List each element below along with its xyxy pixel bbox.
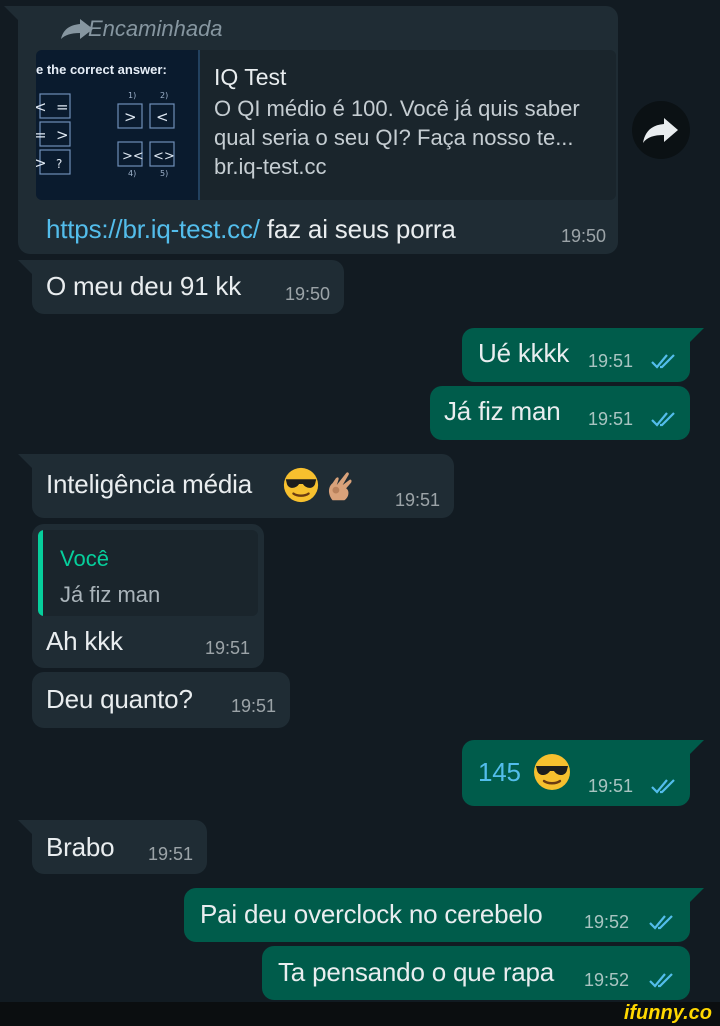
svg-text:=: =: [56, 98, 69, 116]
message-text-body: faz ai seus porra: [259, 214, 456, 244]
svg-text:5): 5): [160, 169, 168, 178]
message-text: Brabo: [46, 832, 115, 862]
svg-text:?: ?: [56, 157, 62, 171]
message-text: O meu deu 91 kk: [46, 271, 241, 301]
message-text: Ah kkk: [46, 626, 123, 656]
read-receipt-double-check-icon: [651, 779, 675, 794]
svg-text:1): 1): [128, 91, 136, 100]
read-receipt-double-check-icon: [649, 915, 673, 930]
link-preview[interactable]: e the correct answer: < = = > >? > < >< <>: [36, 50, 616, 200]
svg-text:<: <: [156, 108, 169, 126]
svg-text:>: >: [36, 154, 47, 172]
message-time: 19:51: [147, 844, 193, 864]
read-receipt-double-check-icon: [651, 412, 675, 427]
message-bubble-outgoing[interactable]: Pai deu overclock no cerebelo 19:52: [184, 888, 704, 942]
message-bubble-incoming[interactable]: Deu quanto? 19:51: [32, 672, 290, 728]
message-time: 19:52: [584, 970, 630, 990]
message-bubble-outgoing[interactable]: 145 19:51: [462, 740, 704, 806]
ok-hand-icon: [328, 472, 352, 501]
message-bubble-outgoing[interactable]: Ué kkkk 19:51: [462, 328, 704, 382]
message-bubble-incoming[interactable]: Inteligência média 19:51: [18, 454, 454, 518]
iq-puzzle-graphic: < = = > >? > < >< <> 1) 2) 4) 5): [36, 50, 200, 200]
message-bubble-outgoing[interactable]: Já fiz man 19:51: [430, 386, 690, 440]
ifunny-watermark: ifunny.co: [623, 1002, 712, 1024]
link-preview-thumbnail: e the correct answer: < = = > >? > < >< <>: [36, 50, 200, 200]
message-time: 19:51: [204, 638, 250, 658]
message-time: 19:51: [588, 776, 634, 796]
message-text: Ué kkkk: [478, 338, 570, 368]
message-link[interactable]: https://br.iq-test.cc/: [46, 214, 260, 244]
svg-text:2): 2): [160, 91, 168, 100]
svg-text:=: =: [36, 126, 47, 144]
read-receipt-double-check-icon: [649, 973, 673, 988]
svg-text:<: <: [36, 98, 47, 116]
forwarded-label: Encaminhada: [88, 16, 223, 41]
message-time: 19:52: [584, 912, 630, 932]
svg-text:<>: <>: [153, 149, 175, 164]
message-bubble-incoming[interactable]: O meu deu 91 kk 19:50: [18, 260, 344, 314]
svg-text:4): 4): [128, 169, 136, 178]
link-preview-description: O QI médio é 100. Você já quis saber qua…: [214, 96, 580, 150]
share-forward-button[interactable]: [632, 101, 690, 159]
read-receipt-double-check-icon: [651, 354, 675, 369]
message-text: Pai deu overclock no cerebelo: [200, 899, 543, 929]
message-text: Inteligência média: [46, 469, 252, 499]
message-text: https://br.iq-test.cc/ faz ai seus porra: [46, 214, 456, 245]
message-time: 19:51: [394, 490, 440, 510]
message-time: 19:50: [560, 226, 606, 246]
quoted-message[interactable]: Você Já fiz man: [38, 530, 258, 616]
message-time: 19:51: [588, 409, 634, 429]
message-text: Já fiz man: [444, 396, 561, 426]
quote-text: Já fiz man: [60, 582, 161, 607]
svg-text:>: >: [124, 108, 137, 126]
smiling-face-with-sunglasses-icon: [283, 467, 319, 503]
message-text: 145: [478, 757, 521, 787]
smiling-face-with-sunglasses-icon: [534, 754, 570, 790]
link-preview-title: IQ Test: [214, 64, 287, 90]
message-time: 19:50: [284, 284, 330, 304]
share-forward-icon: [643, 118, 678, 143]
message-text: Ta pensando o que rapa: [278, 957, 555, 987]
message-text: Deu quanto?: [46, 684, 193, 714]
svg-text:>: >: [56, 126, 69, 144]
message-bubble-incoming[interactable]: Brabo 19:51: [18, 820, 207, 874]
message-time: 19:51: [230, 696, 276, 716]
message-bubble-incoming-reply[interactable]: Você Já fiz man Ah kkk 19:51: [32, 524, 264, 668]
message-bubble-outgoing[interactable]: Ta pensando o que rapa 19:52: [262, 946, 690, 1000]
svg-text:><: ><: [122, 149, 144, 164]
quote-author: Você: [60, 546, 109, 571]
link-preview-domain: br.iq-test.cc: [214, 154, 327, 179]
forwarded-message-bubble[interactable]: Encaminhada e the correct answer: < = = > …: [4, 6, 618, 254]
quote-accent-bar: [38, 530, 43, 616]
message-time: 19:51: [588, 351, 634, 371]
watermark-bar: ifunny.co: [0, 1002, 720, 1026]
